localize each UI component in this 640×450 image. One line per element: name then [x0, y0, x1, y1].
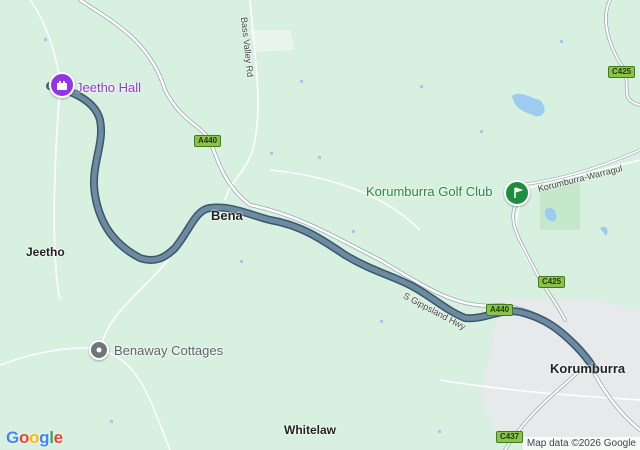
logo-letter: o — [18, 428, 30, 447]
place-label-korumburra: Korumburra — [550, 361, 626, 376]
route-shield-c425: C425 — [608, 66, 636, 78]
golf-club-marker[interactable] — [504, 180, 530, 206]
jeetho-hall-marker[interactable] — [49, 72, 75, 98]
urban-area-small — [250, 30, 295, 52]
route-shield-a440: A440 — [194, 135, 222, 147]
logo-letter: G — [6, 428, 19, 447]
map-canvas[interactable]: Jeetho Hall Korumburra Golf Club Benaway… — [0, 0, 640, 450]
jeetho-hall-label[interactable]: Jeetho Hall — [76, 80, 141, 95]
place-label-whitelaw: Whitelaw — [284, 423, 337, 437]
route-shield-c425: C425 — [538, 276, 566, 288]
benaway-cottages-marker[interactable] — [89, 340, 109, 360]
place-marker-icon — [96, 347, 102, 353]
route-shield-a440: A440 — [486, 304, 514, 316]
map-base-layer — [0, 0, 640, 450]
water-body — [600, 226, 608, 236]
water-specks — [44, 38, 563, 433]
logo-letter: g — [39, 428, 50, 447]
place-label-jeetho: Jeetho — [26, 245, 65, 259]
golf-club-label[interactable]: Korumburra Golf Club — [366, 184, 492, 199]
map-attribution[interactable]: Map data ©2026 Google — [522, 437, 640, 450]
golf-flag-icon — [514, 187, 523, 198]
logo-letter: o — [29, 428, 40, 447]
benaway-cottages-label[interactable]: Benaway Cottages — [114, 343, 223, 358]
logo-letter: e — [53, 428, 63, 447]
route-shield-c437: C437 — [496, 431, 524, 443]
water-body — [512, 93, 545, 117]
castle-icon — [57, 81, 67, 90]
google-logo: Google — [6, 428, 63, 448]
place-label-bena: Bena — [211, 208, 243, 223]
